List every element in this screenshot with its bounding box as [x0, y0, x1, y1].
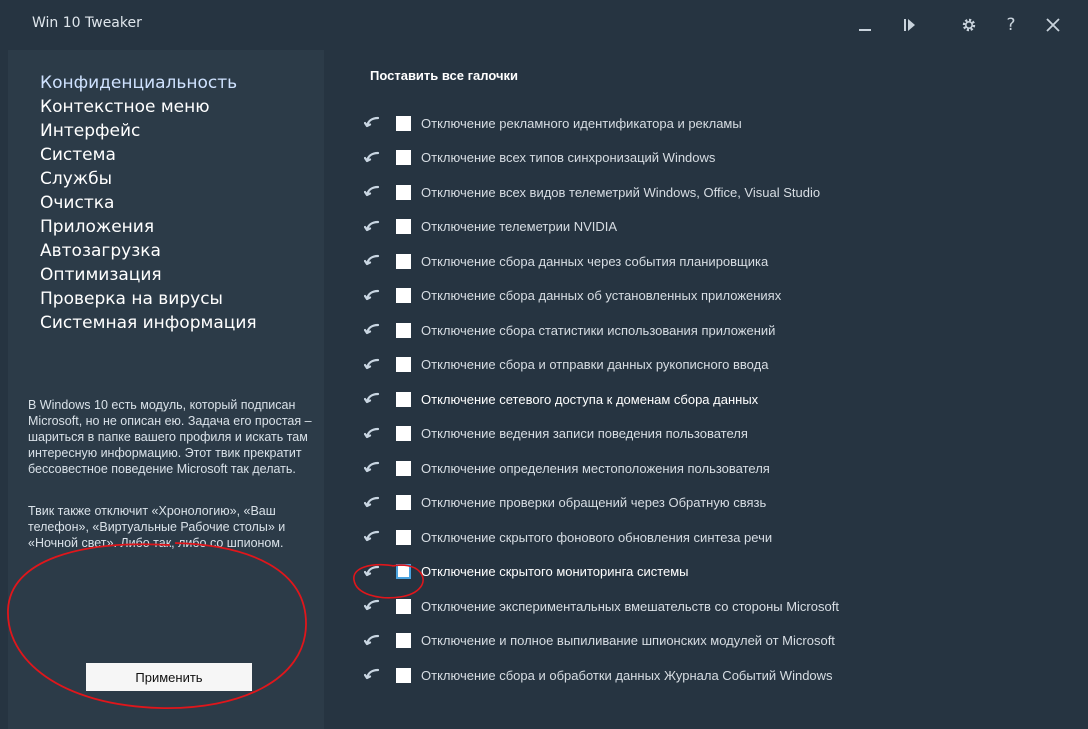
option-row: Отключение сбора данных через события пл… [362, 244, 1082, 279]
option-checkbox[interactable] [396, 460, 411, 476]
undo-icon[interactable] [362, 320, 382, 340]
sidebar-item-optimization[interactable]: Оптимизация [40, 263, 257, 287]
option-label[interactable]: Отключение экспериментальных вмешательст… [421, 599, 839, 614]
option-row: Отключение экспериментальных вмешательст… [362, 589, 1082, 624]
option-row: Отключение сбора статистики использовани… [362, 313, 1082, 348]
option-checkbox[interactable] [396, 495, 411, 511]
option-label[interactable]: Отключение скрытого мониторинга системы [421, 564, 689, 579]
option-row: Отключение рекламного идентификатора и р… [362, 106, 1082, 141]
sidebar-item-services[interactable]: Службы [40, 167, 257, 191]
help-icon[interactable]: ? [996, 10, 1026, 40]
sidebar-item-virus-check[interactable]: Проверка на вирусы [40, 287, 257, 311]
option-checkbox[interactable] [396, 288, 411, 304]
option-checkbox[interactable] [396, 357, 411, 373]
option-row: Отключение сбора и обработки данных Журн… [362, 658, 1082, 693]
option-row: Отключение всех типов синхронизаций Wind… [362, 141, 1082, 176]
undo-icon[interactable] [362, 355, 382, 375]
option-checkbox[interactable] [396, 150, 411, 166]
option-row: Отключение ведения записи поведения поль… [362, 417, 1082, 452]
window-title: Win 10 Tweaker [32, 15, 142, 31]
description-text: В Windows 10 есть модуль, который подпис… [28, 398, 312, 476]
option-label[interactable]: Отключение всех типов синхронизаций Wind… [421, 150, 715, 165]
sidebar-item-system-info[interactable]: Системная информация [40, 311, 257, 335]
option-row: Отключение телеметрии NVIDIA [362, 210, 1082, 245]
sidebar-nav: Конфиденциальность Контекстное меню Инте… [40, 71, 257, 335]
sidebar-item-privacy[interactable]: Конфиденциальность [40, 71, 257, 95]
options-list: Отключение рекламного идентификатора и р… [362, 106, 1082, 693]
option-checkbox-focused[interactable] [396, 564, 411, 580]
undo-icon[interactable] [362, 148, 382, 168]
option-row: Отключение и полное выпиливание шпионски… [362, 624, 1082, 659]
option-row: Отключение скрытого фонового обновления … [362, 520, 1082, 555]
option-checkbox[interactable] [396, 253, 411, 269]
sidebar-item-context-menu[interactable]: Контекстное меню [40, 95, 257, 119]
tweak-description: В Windows 10 есть модуль, который подпис… [28, 397, 318, 551]
main-panel: Поставить все галочки Отключение рекламн… [324, 50, 1088, 729]
option-checkbox[interactable] [396, 529, 411, 545]
option-checkbox[interactable] [396, 426, 411, 442]
option-row: Отключение всех видов телеметрий Windows… [362, 175, 1082, 210]
option-row: Отключение сбора данных об установленных… [362, 279, 1082, 314]
option-checkbox[interactable] [396, 184, 411, 200]
undo-icon[interactable] [362, 665, 382, 685]
description-extra-text: Твик также отключит «Хронологию», «Ваш т… [28, 504, 286, 550]
option-label[interactable]: Отключение рекламного идентификатора и р… [421, 116, 742, 131]
option-label[interactable]: Отключение и полное выпиливание шпионски… [421, 633, 835, 648]
undo-icon[interactable] [362, 113, 382, 133]
option-label[interactable]: Отключение ведения записи поведения поль… [421, 426, 748, 441]
undo-icon[interactable] [362, 251, 382, 271]
undo-icon[interactable] [362, 182, 382, 202]
option-row: Отключение скрытого мониторинга системы [362, 555, 1082, 590]
undo-icon[interactable] [362, 286, 382, 306]
option-checkbox[interactable] [396, 633, 411, 649]
option-checkbox[interactable] [396, 115, 411, 131]
option-checkbox[interactable] [396, 598, 411, 614]
option-label[interactable]: Отключение сбора и обработки данных Журн… [421, 668, 833, 683]
title-bar: Win 10 Tweaker ? [0, 0, 1088, 50]
undo-icon[interactable] [362, 389, 382, 409]
option-checkbox[interactable] [396, 391, 411, 407]
option-label[interactable]: Отключение телеметрии NVIDIA [421, 219, 617, 234]
undo-icon[interactable] [362, 458, 382, 478]
sidebar-item-interface[interactable]: Интерфейс [40, 119, 257, 143]
option-label[interactable]: Отключение всех видов телеметрий Windows… [421, 185, 820, 200]
apply-button[interactable]: Применить [86, 663, 252, 691]
option-label[interactable]: Отключение сбора и отправки данных рукоп… [421, 357, 768, 372]
app-window: Win 10 Tweaker ? Конфиденциальность Конт… [0, 0, 1088, 729]
undo-icon[interactable] [362, 631, 382, 651]
sidebar-item-apps[interactable]: Приложения [40, 215, 257, 239]
option-label[interactable]: Отключение определения местоположения по… [421, 461, 770, 476]
option-row: Отключение проверки обращений через Обра… [362, 486, 1082, 521]
option-label[interactable]: Отключение сбора данных об установленных… [421, 288, 781, 303]
option-checkbox[interactable] [396, 219, 411, 235]
undo-icon[interactable] [362, 424, 382, 444]
sidebar-item-cleanup[interactable]: Очистка [40, 191, 257, 215]
option-label[interactable]: Отключение сбора статистики использовани… [421, 323, 775, 338]
undo-icon[interactable] [362, 596, 382, 616]
sidebar-item-system[interactable]: Система [40, 143, 257, 167]
option-label[interactable]: Отключение скрытого фонового обновления … [421, 530, 772, 545]
option-row: Отключение сбора и отправки данных рукоп… [362, 348, 1082, 383]
sidebar-item-autostart[interactable]: Автозагрузка [40, 239, 257, 263]
option-checkbox[interactable] [396, 322, 411, 338]
minimize-icon[interactable] [850, 10, 880, 40]
option-checkbox[interactable] [396, 667, 411, 683]
option-label[interactable]: Отключение проверки обращений через Обра… [421, 495, 766, 510]
gear-icon[interactable] [954, 10, 984, 40]
close-icon[interactable] [1038, 10, 1068, 40]
option-row: Отключение определения местоположения по… [362, 451, 1082, 486]
check-all-link[interactable]: Поставить все галочки [370, 68, 518, 83]
option-label[interactable]: Отключение сбора данных через события пл… [421, 254, 768, 269]
undo-icon[interactable] [362, 217, 382, 237]
option-row: Отключение сетевого доступа к доменам сб… [362, 382, 1082, 417]
option-label[interactable]: Отключение сетевого доступа к доменам сб… [421, 392, 758, 407]
run-icon[interactable] [894, 10, 924, 40]
undo-icon[interactable] [362, 527, 382, 547]
undo-icon[interactable] [362, 562, 382, 582]
sidebar: Конфиденциальность Контекстное меню Инте… [8, 50, 324, 729]
undo-icon[interactable] [362, 493, 382, 513]
